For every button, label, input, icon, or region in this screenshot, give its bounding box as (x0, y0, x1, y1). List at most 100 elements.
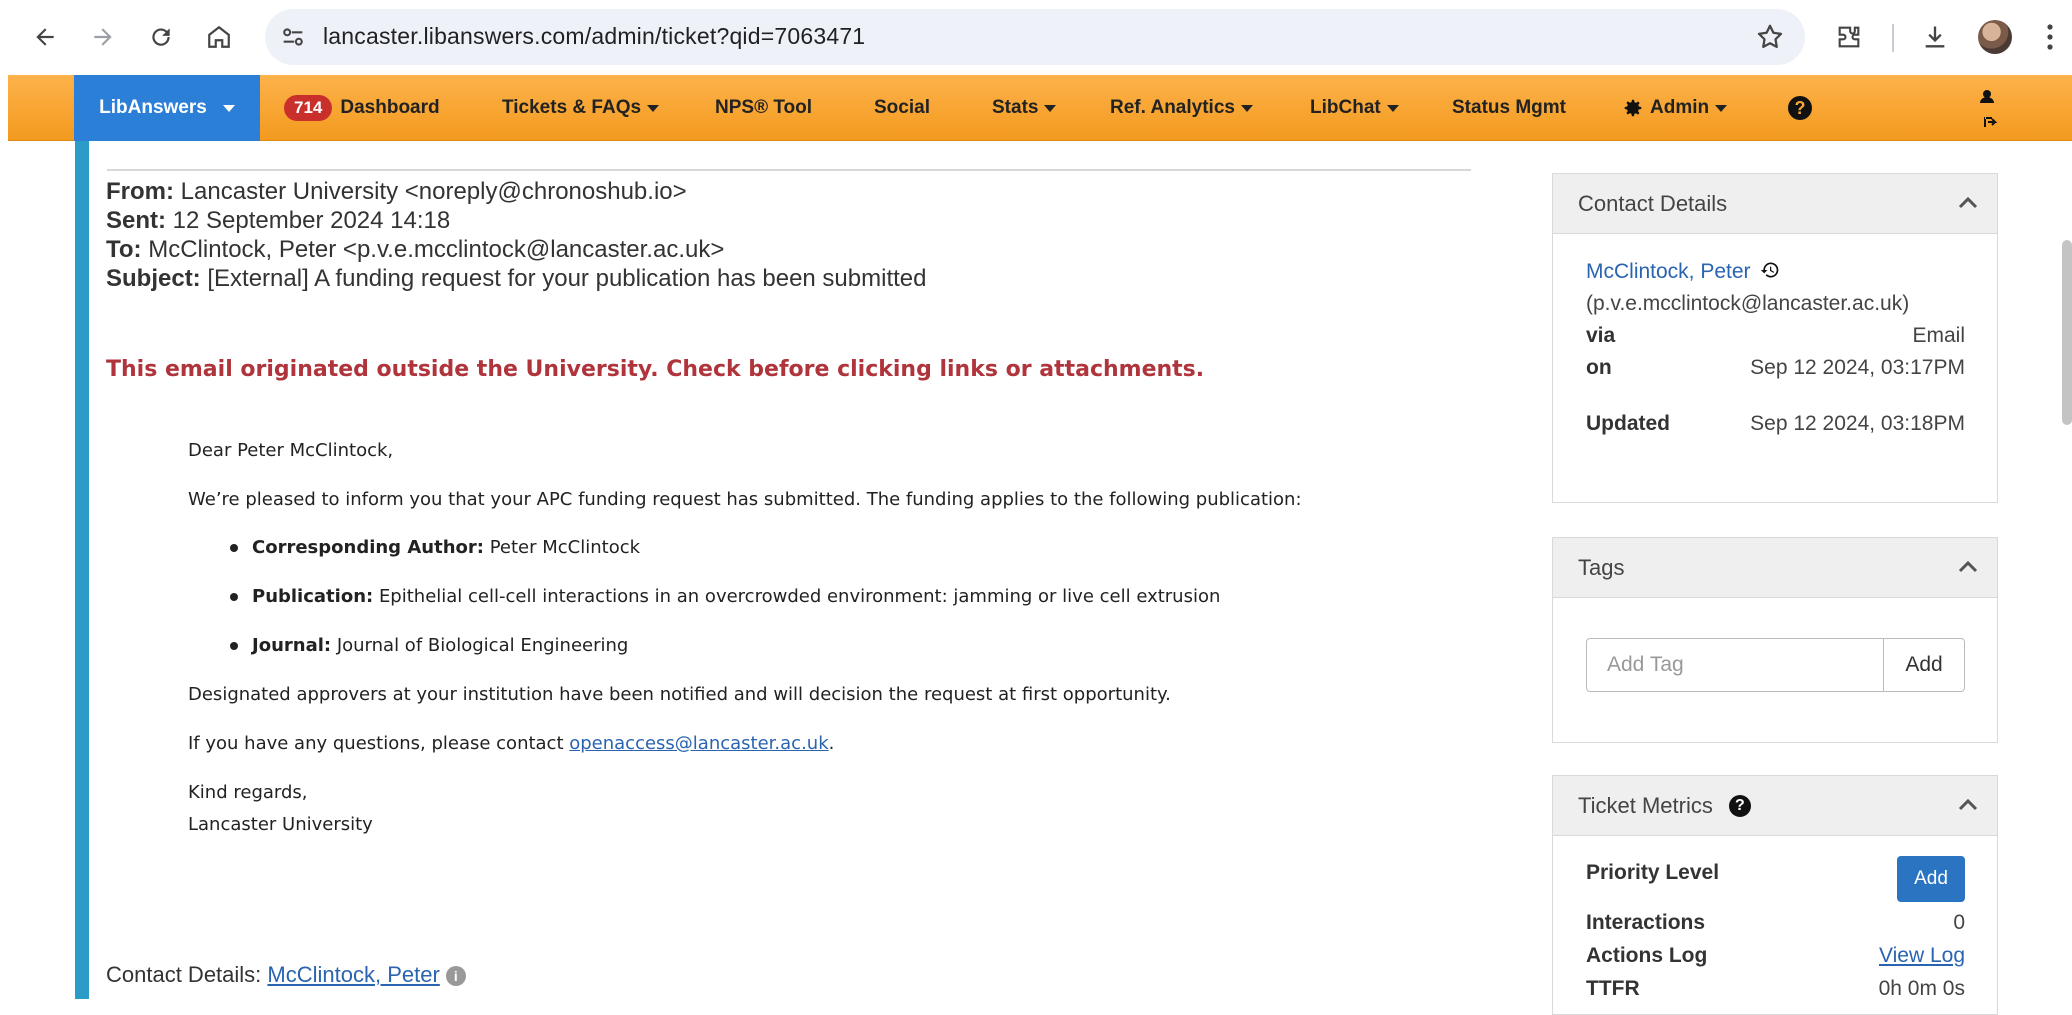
chevron-up-icon[interactable] (1957, 194, 1979, 210)
via-label: via (1586, 324, 1616, 347)
nav-libchat-label: LibChat (1310, 97, 1381, 118)
ttfr-label: TTFR (1586, 977, 1640, 1000)
ttfr-value: 0h 0m 0s (1878, 977, 1965, 1000)
nav-libchat[interactable]: LibChat (1310, 75, 1399, 141)
nav-nps-label: NPS® Tool (715, 97, 813, 118)
ticket-accent-bar (75, 141, 89, 999)
email-approvers: Designated approvers at your institution… (188, 684, 1171, 705)
nav-social[interactable]: Social (874, 75, 930, 141)
nav-stats[interactable]: Stats (992, 75, 1057, 141)
external-email-warning: This email originated outside the Univer… (106, 357, 1205, 382)
ticket-metrics-header[interactable]: Ticket Metrics ? (1553, 776, 1997, 836)
openaccess-email-link[interactable]: openaccess@lancaster.ac.uk (569, 733, 828, 754)
download-icon[interactable] (1916, 18, 1954, 56)
contact-name[interactable]: McClintock, Peter (1586, 260, 1780, 284)
page-scrollbar[interactable] (2062, 240, 2072, 425)
info-icon[interactable]: i (445, 966, 466, 987)
view-log-link[interactable]: View Log (1879, 944, 1965, 967)
browser-toolbar: lancaster.libanswers.com/admin/ticket?qi… (0, 0, 2072, 75)
address-bar[interactable]: lancaster.libanswers.com/admin/ticket?qi… (265, 9, 1805, 65)
help-question-icon[interactable]: ? (1728, 794, 1751, 817)
contact-details-line: Contact Details: McClintock, Peter i (106, 962, 466, 988)
caret-down-icon (222, 104, 235, 112)
bookmark-star-icon[interactable] (1755, 22, 1785, 52)
caret-down-icon (1044, 104, 1057, 112)
view-log-link-wrap: View Log (1879, 944, 1965, 968)
nav-status-label: Status Mgmt (1452, 97, 1566, 118)
bullet-corresponding-author: Corresponding Author: Peter McClintock (252, 537, 641, 558)
interactions-label: Interactions (1586, 911, 1706, 934)
caret-down-icon (1240, 104, 1253, 112)
panel-title: Contact Details (1578, 190, 1728, 216)
contact-email: (p.v.e.mcclintock@lancaster.ac.uk) (1586, 292, 1910, 315)
email-signature: Lancaster University (188, 814, 373, 835)
nav-admin[interactable]: Admin (1622, 75, 1728, 141)
on-value: Sep 12 2024, 03:17PM (1750, 356, 1965, 379)
nav-social-label: Social (874, 97, 930, 118)
nav-admin-label: Admin (1650, 97, 1710, 118)
contact-details-header[interactable]: Contact Details (1553, 174, 1997, 234)
interactions-value: 0 (1953, 911, 1965, 934)
gear-icon (1624, 99, 1642, 117)
extensions-icon[interactable] (1830, 18, 1868, 56)
add-tag-button[interactable]: Add (1883, 638, 1965, 692)
back-icon[interactable] (26, 18, 64, 56)
nav-dashboard[interactable]: 714 Dashboard (284, 75, 440, 141)
bullet-journal: Journal: Journal of Biological Engineeri… (252, 635, 629, 656)
help-question-icon: ? (1788, 96, 1812, 120)
url-text[interactable]: lancaster.libanswers.com/admin/ticket?qi… (323, 23, 865, 50)
nav-stats-label: Stats (992, 97, 1039, 118)
profile-avatar[interactable] (1978, 20, 2012, 54)
nav-ref-analytics-label: Ref. Analytics (1110, 97, 1235, 118)
site-settings-icon[interactable] (279, 23, 307, 51)
libanswers-menu[interactable]: LibAnswers (74, 75, 260, 141)
nav-status-mgmt[interactable]: Status Mgmt (1452, 75, 1566, 141)
nav-tickets-label: Tickets & FAQs (502, 97, 642, 118)
contact-name-link[interactable]: McClintock, Peter (267, 962, 439, 987)
reload-icon[interactable] (142, 18, 180, 56)
caret-down-icon (1386, 104, 1399, 112)
home-icon[interactable] (200, 18, 238, 56)
email-regards: Kind regards, (188, 782, 308, 803)
brand-label: LibAnswers (99, 97, 207, 118)
updated-value: Sep 12 2024, 03:18PM (1750, 412, 1965, 435)
email-from: From: Lancaster University <noreply@chro… (106, 178, 687, 205)
nav-tickets-faqs[interactable]: Tickets & FAQs (502, 75, 660, 141)
panel-title: Tags (1578, 554, 1625, 580)
chevron-up-icon[interactable] (1957, 796, 1979, 812)
bullet-dot (230, 593, 238, 601)
bullet-publication: Publication: Epithelial cell-cell intera… (252, 586, 1221, 607)
forward-icon[interactable] (84, 18, 122, 56)
nav-help[interactable]: ? (1788, 75, 1812, 141)
via-value: Email (1912, 324, 1965, 347)
bullet-dot (230, 544, 238, 552)
caret-down-icon (1715, 104, 1728, 112)
email-subject: Subject: [External] A funding request fo… (106, 265, 927, 292)
email-sent: Sent: 12 September 2024 14:18 (106, 207, 451, 234)
user-logout-icons[interactable] (1976, 81, 1998, 135)
caret-down-icon (647, 104, 660, 112)
actions-log-label: Actions Log (1586, 944, 1708, 967)
priority-level-label: Priority Level (1586, 861, 1720, 884)
nav-dashboard-label: Dashboard (340, 97, 440, 118)
history-icon[interactable] (1760, 260, 1780, 280)
nav-ref-analytics[interactable]: Ref. Analytics (1110, 75, 1253, 141)
add-priority-button[interactable]: Add (1897, 856, 1965, 902)
updated-label: Updated (1586, 412, 1670, 435)
bullet-dot (230, 642, 238, 650)
email-questions: If you have any questions, please contac… (188, 733, 835, 754)
chevron-up-icon[interactable] (1957, 558, 1979, 574)
nav-nps-tool[interactable]: NPS® Tool (715, 75, 812, 141)
libanswers-navbar: LibAnswers 714 Dashboard Tickets & FAQs … (8, 75, 2072, 141)
contact-details-panel: Contact Details McClintock, Peter (p.v.e… (1552, 173, 1998, 503)
browser-menu-icon[interactable] (2040, 20, 2060, 54)
email-greeting: Dear Peter McClintock, (188, 440, 394, 461)
tags-panel: Tags Add Tag Add (1552, 537, 1998, 743)
panel-title: Ticket Metrics (1578, 792, 1713, 818)
ticket-metrics-panel: Ticket Metrics ? Priority Level Add Inte… (1552, 775, 1998, 1015)
email-intro: We’re pleased to inform you that your AP… (188, 489, 1302, 510)
toolbar-separator (1892, 24, 1894, 52)
add-tag-input[interactable]: Add Tag (1586, 638, 1884, 692)
tags-header[interactable]: Tags (1553, 538, 1997, 598)
email-to: To: McClintock, Peter <p.v.e.mcclintock@… (106, 236, 725, 263)
